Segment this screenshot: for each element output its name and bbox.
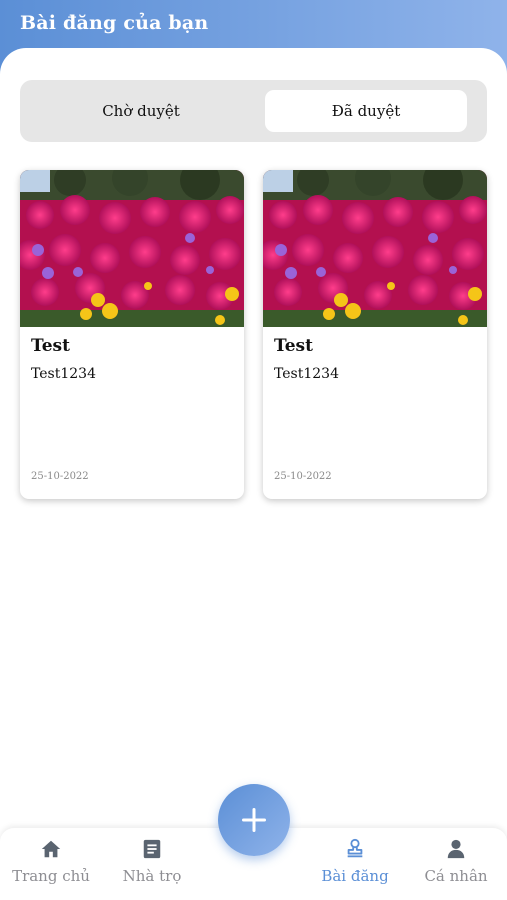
stamp-icon [347,838,363,858]
nav-item-rooms[interactable]: Nhà trọ [107,838,197,890]
page-title: Bài đăng của bạn [20,12,209,34]
nav-item-home[interactable]: Trang chủ [6,838,96,890]
post-description: Test1234 [31,366,96,382]
post-image [20,170,244,327]
nav-item-posts[interactable]: Bài đăng [310,838,400,890]
post-title: Test [274,336,313,356]
nav-item-profile[interactable]: Cá nhân [411,838,501,890]
nav-label: Cá nhân [424,867,488,885]
nav-label: Bài đăng [321,867,389,885]
nav-label: Trang chủ [12,867,90,885]
post-image [263,170,487,327]
post-date: 25-10-2022 [274,471,332,482]
post-description: Test1234 [274,366,339,382]
tab-pending[interactable]: Chờ duyệt [40,90,242,132]
home-icon [41,840,61,858]
tab-approved[interactable]: Đã duyệt [265,90,467,132]
post-card[interactable]: Test Test1234 25-10-2022 [20,170,244,499]
add-post-button[interactable] [218,784,290,856]
person-icon [447,839,465,859]
document-icon [143,839,161,859]
post-date: 25-10-2022 [31,471,89,482]
status-tabs: Chờ duyệt Đã duyệt [20,80,487,142]
plus-icon [242,808,266,832]
post-title: Test [31,336,70,356]
post-card[interactable]: Test Test1234 25-10-2022 [263,170,487,499]
nav-label: Nhà trọ [122,867,182,885]
